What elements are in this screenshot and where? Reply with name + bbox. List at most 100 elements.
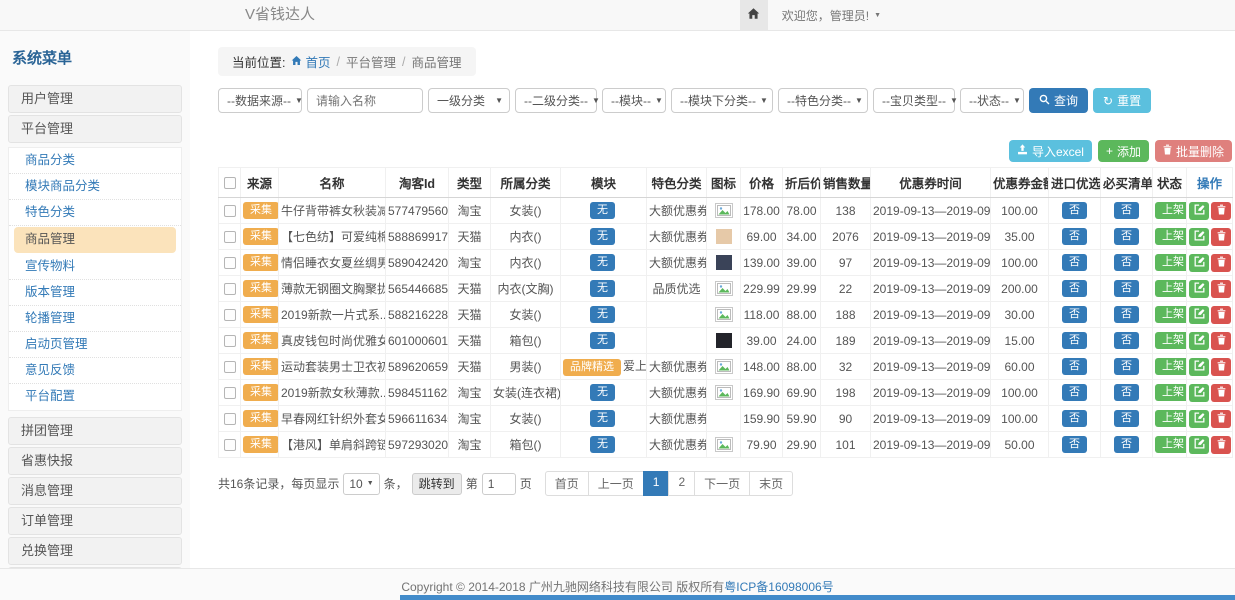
status-badge[interactable]: 上架 <box>1155 436 1187 453</box>
per-page-select[interactable]: 10▼ <box>343 473 379 495</box>
delete-button[interactable] <box>1211 202 1231 220</box>
row-checkbox[interactable] <box>224 439 236 451</box>
sidebar-item-module-product-category[interactable]: 模块商品分类 <box>9 174 181 200</box>
edit-button[interactable] <box>1189 358 1209 376</box>
import-select-toggle[interactable]: 否 <box>1062 254 1087 271</box>
must-buy-toggle[interactable]: 否 <box>1114 202 1139 219</box>
sidebar-item-platform-mgmt[interactable]: 平台管理 <box>8 115 182 143</box>
must-buy-toggle[interactable]: 否 <box>1114 436 1139 453</box>
page-number-input[interactable] <box>482 473 516 495</box>
must-buy-toggle[interactable]: 否 <box>1114 306 1139 323</box>
user-menu[interactable]: 欢迎您，管理员! ▼ <box>768 0 895 30</box>
sidebar-item-platform-config[interactable]: 平台配置 <box>9 384 181 410</box>
status-badge[interactable]: 上架 <box>1155 280 1187 297</box>
query-button[interactable]: 查询 <box>1029 88 1088 113</box>
edit-button[interactable] <box>1189 202 1209 220</box>
row-checkbox[interactable] <box>224 361 236 373</box>
must-buy-toggle[interactable]: 否 <box>1114 254 1139 271</box>
delete-button[interactable] <box>1211 280 1231 298</box>
delete-button[interactable] <box>1211 436 1231 454</box>
status-badge[interactable]: 上架 <box>1155 332 1187 349</box>
filter-select-module-subcategory[interactable]: --模块下分类--▼ <box>671 88 773 113</box>
status-badge[interactable]: 上架 <box>1155 254 1187 271</box>
status-badge[interactable]: 上架 <box>1155 202 1187 219</box>
sidebar-item-feedback[interactable]: 意见反馈 <box>9 358 181 384</box>
sidebar-item-message-mgmt[interactable]: 消息管理 <box>8 477 182 505</box>
filter-select-status[interactable]: --状态--▼ <box>960 88 1024 113</box>
edit-button[interactable] <box>1189 280 1209 298</box>
icp-link[interactable]: 粤ICP备16098006号 <box>724 580 833 594</box>
filter-select-feature-category[interactable]: --特色分类--▼ <box>778 88 868 113</box>
sidebar-item-splash-mgmt[interactable]: 启动页管理 <box>9 332 181 358</box>
row-checkbox[interactable] <box>224 257 236 269</box>
edit-button[interactable] <box>1189 410 1209 428</box>
filter-select-level2-category[interactable]: --二级分类--▼ <box>515 88 597 113</box>
import-select-toggle[interactable]: 否 <box>1062 332 1087 349</box>
import-select-toggle[interactable]: 否 <box>1062 358 1087 375</box>
must-buy-toggle[interactable]: 否 <box>1114 384 1139 401</box>
status-badge[interactable]: 上架 <box>1155 358 1187 375</box>
page-1-button[interactable]: 1 <box>643 471 670 496</box>
edit-button[interactable] <box>1189 384 1209 402</box>
import-select-toggle[interactable]: 否 <box>1062 306 1087 323</box>
sidebar-item-order-mgmt[interactable]: 订单管理 <box>8 507 182 535</box>
delete-button[interactable] <box>1211 384 1231 402</box>
delete-button[interactable] <box>1211 332 1231 350</box>
delete-button[interactable] <box>1211 228 1231 246</box>
add-button[interactable]: + 添加 <box>1098 140 1149 162</box>
status-badge[interactable]: 上架 <box>1155 410 1187 427</box>
sidebar-item-exchange-mgmt[interactable]: 兑换管理 <box>8 537 182 565</box>
reset-button[interactable]: ↻ 重置 <box>1093 88 1151 113</box>
breadcrumb-home-link[interactable]: 首页 <box>291 52 330 71</box>
row-checkbox[interactable] <box>224 231 236 243</box>
must-buy-toggle[interactable]: 否 <box>1114 358 1139 375</box>
import-excel-button[interactable]: 导入excel <box>1009 140 1092 162</box>
import-select-toggle[interactable]: 否 <box>1062 384 1087 401</box>
edit-button[interactable] <box>1189 436 1209 454</box>
home-button[interactable] <box>740 0 768 30</box>
row-checkbox[interactable] <box>224 335 236 347</box>
row-checkbox[interactable] <box>224 413 236 425</box>
sidebar-item-carousel-mgmt[interactable]: 轮播管理 <box>9 306 181 332</box>
import-select-toggle[interactable]: 否 <box>1062 280 1087 297</box>
batch-delete-button[interactable]: 批量删除 <box>1155 140 1232 162</box>
must-buy-toggle[interactable]: 否 <box>1114 228 1139 245</box>
filter-select-module[interactable]: --模块--▼ <box>602 88 666 113</box>
delete-button[interactable] <box>1211 410 1231 428</box>
import-select-toggle[interactable]: 否 <box>1062 436 1087 453</box>
sidebar-item-user-mgmt[interactable]: 用户管理 <box>8 85 182 113</box>
status-badge[interactable]: 上架 <box>1155 306 1187 323</box>
row-checkbox[interactable] <box>224 283 236 295</box>
sidebar-item-version-mgmt[interactable]: 版本管理 <box>9 280 181 306</box>
sidebar-item-product-mgmt-active[interactable]: 商品管理 <box>14 227 176 253</box>
sidebar-item-product-category[interactable]: 商品分类 <box>9 148 181 174</box>
row-checkbox[interactable] <box>224 387 236 399</box>
page-next-button[interactable]: 下一页 <box>694 471 750 496</box>
status-badge[interactable]: 上架 <box>1155 228 1187 245</box>
sidebar-item-express-news[interactable]: 省惠快报 <box>8 447 182 475</box>
bottom-scrollbar[interactable] <box>400 595 1235 600</box>
page-first-button[interactable]: 首页 <box>545 471 589 496</box>
name-search-input[interactable] <box>307 88 423 113</box>
row-checkbox[interactable] <box>224 205 236 217</box>
sidebar-item-promo-material[interactable]: 宣传物料 <box>9 254 181 280</box>
page-last-button[interactable]: 末页 <box>749 471 793 496</box>
import-select-toggle[interactable]: 否 <box>1062 228 1087 245</box>
delete-button[interactable] <box>1211 358 1231 376</box>
edit-button[interactable] <box>1189 228 1209 246</box>
must-buy-toggle[interactable]: 否 <box>1114 410 1139 427</box>
edit-button[interactable] <box>1189 254 1209 272</box>
sidebar-item-feature-category[interactable]: 特色分类 <box>9 200 181 226</box>
page-2-button[interactable]: 2 <box>668 471 695 496</box>
page-prev-button[interactable]: 上一页 <box>588 471 644 496</box>
row-checkbox[interactable] <box>224 309 236 321</box>
delete-button[interactable] <box>1211 306 1231 324</box>
import-select-toggle[interactable]: 否 <box>1062 202 1087 219</box>
sidebar-item-group-buy-mgmt[interactable]: 拼团管理 <box>8 417 182 445</box>
jump-button[interactable]: 跳转到 <box>412 473 462 495</box>
delete-button[interactable] <box>1211 254 1231 272</box>
must-buy-toggle[interactable]: 否 <box>1114 280 1139 297</box>
filter-select-level1-category[interactable]: 一级分类▼ <box>428 88 510 113</box>
select-all-checkbox[interactable] <box>224 177 236 189</box>
edit-button[interactable] <box>1189 332 1209 350</box>
